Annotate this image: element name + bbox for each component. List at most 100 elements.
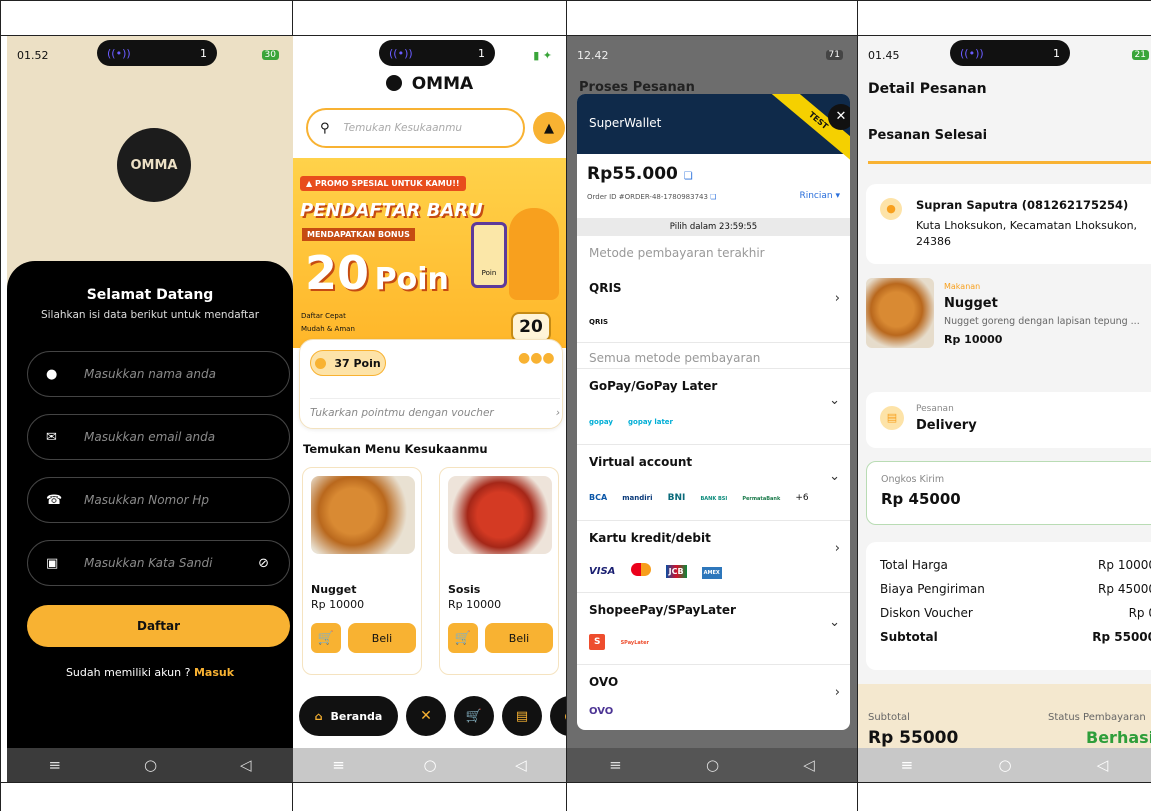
- payment-modal: SuperWallet TEST ✕ Rp55.000 ❏ Order ID #…: [577, 94, 850, 730]
- summary-row: Biaya Pengiriman Rp 45000: [880, 582, 1151, 596]
- menu-icon[interactable]: ≡: [901, 756, 914, 774]
- email-placeholder: Masukkan email anda: [84, 430, 216, 444]
- camera-pill: ((•)) 1: [379, 40, 495, 66]
- behind-title: Proses Pesanan: [579, 80, 695, 95]
- method-virtual-account[interactable]: Virtual account BCA mandiri BNI BANK BSI…: [577, 444, 850, 520]
- caret-down-icon: ▾: [835, 191, 840, 201]
- battery-level: 30: [261, 50, 279, 60]
- status-time: 01.52: [17, 48, 49, 62]
- back-icon[interactable]: ◁: [803, 756, 815, 774]
- home-circle-icon[interactable]: ○: [706, 756, 719, 774]
- method-gopay[interactable]: GoPay/GoPay Later gopay gopay later ⌄: [577, 368, 850, 438]
- search-placeholder: Temukan Kesukaanmu: [343, 122, 463, 134]
- buy-button[interactable]: Beli: [348, 623, 416, 653]
- chevron-right-icon: ›: [834, 541, 840, 556]
- permata-logo: PermataBank: [742, 496, 781, 502]
- back-icon[interactable]: ◁: [1097, 756, 1109, 774]
- promo-banner[interactable]: ▲ PROMO SPESIAL UNTUK KAMU!! PENDAFTAR B…: [293, 158, 566, 348]
- sosis-image: [448, 476, 552, 554]
- welcome-subtitle: Silahkan isi data berikut untuk mendafta…: [40, 309, 260, 321]
- gopay-later-logo: gopay later: [628, 418, 674, 426]
- nav-orders[interactable]: ▤: [502, 696, 542, 736]
- order-label: Pesanan: [916, 404, 954, 414]
- email-field[interactable]: ✉ Masukkan email anda: [27, 414, 290, 460]
- chevron-right-icon: ›: [834, 685, 840, 700]
- status-time: 12.42: [577, 48, 609, 62]
- mastercard-logo: [630, 563, 651, 576]
- method-card[interactable]: Kartu kredit/debit VISA JCB AMEX ›: [577, 520, 850, 592]
- omma-logo: OMMA: [117, 128, 191, 202]
- details-link[interactable]: Rincian ▾: [799, 191, 840, 201]
- method-shopeepay[interactable]: ShopeePay/SPayLater S SPayLater ⌄: [577, 592, 850, 664]
- menu-icon[interactable]: ≡: [332, 756, 345, 774]
- close-icon: ✕: [835, 109, 847, 124]
- brand-header: OMMA: [293, 74, 566, 94]
- nav-cart[interactable]: 🛒: [454, 696, 494, 736]
- menu-card-nugget[interactable]: Nugget Rp 10000 🛒 Beli: [302, 467, 422, 675]
- register-button[interactable]: Daftar: [27, 605, 290, 647]
- menu-icon[interactable]: ≡: [609, 756, 622, 774]
- pill-number: 1: [478, 46, 485, 60]
- order-status: Pesanan Selesai: [868, 128, 988, 143]
- login-prompt-row: Sudah memiliki akun ? Masuk: [7, 666, 293, 679]
- close-button[interactable]: ✕: [828, 104, 850, 130]
- nav-home[interactable]: ⌂ Beranda: [299, 696, 398, 736]
- add-to-cart-button[interactable]: 🛒: [311, 623, 341, 653]
- item-category: Makanan: [944, 282, 981, 291]
- eye-off-icon[interactable]: ⊘: [258, 556, 269, 571]
- method-ovo[interactable]: OVO OVO ›: [577, 664, 850, 730]
- page-title: Detail Pesanan: [868, 81, 987, 97]
- name-placeholder: Masukkan nama anda: [84, 367, 216, 381]
- promo-coin-badge: 20: [511, 312, 551, 342]
- search-bar[interactable]: ⚲ Temukan Kesukaanmu: [306, 108, 525, 148]
- payment-screen: 12.42 71 Proses Pesanan SuperWallet TEST…: [567, 36, 857, 782]
- buy-button[interactable]: Beli: [485, 623, 553, 653]
- menu-icon[interactable]: ≡: [48, 756, 61, 774]
- address-card: ● Supran Saputra (081262175254) Kuta Lho…: [866, 184, 1151, 264]
- add-to-cart-button[interactable]: 🛒: [448, 623, 478, 653]
- method-qris[interactable]: QRIS QRIS ›: [577, 271, 850, 331]
- footer-subtotal-value: Rp 55000: [868, 728, 959, 748]
- promo-mascot: [509, 208, 559, 300]
- status-bar: 12.42 71: [567, 36, 857, 74]
- chevron-right-icon: ›: [555, 407, 560, 419]
- status-time: 01.45: [868, 48, 900, 62]
- menu-card-sosis[interactable]: Sosis Rp 10000 🛒 Beli: [439, 467, 559, 675]
- hotspot-icon: ((•)): [389, 46, 413, 60]
- register-screen: 01.52 ((•)) 1 30 OMMA Selamat Datang Sil…: [7, 36, 293, 782]
- name-field[interactable]: ● Masukkan nama anda: [27, 351, 290, 397]
- person-icon: ●: [46, 366, 58, 382]
- battery-level: 21: [1131, 50, 1149, 60]
- nav-profile[interactable]: ●: [550, 696, 566, 736]
- home-circle-icon[interactable]: ○: [998, 756, 1011, 774]
- gopay-logo: gopay: [589, 418, 613, 426]
- back-icon[interactable]: ◁: [515, 756, 527, 774]
- promo-sub: MENDAPATKAN BONUS: [302, 228, 415, 241]
- phone-field[interactable]: ☎ Masukkan Nomor Hp: [27, 477, 290, 523]
- envelope-icon: ✉: [46, 429, 57, 445]
- home-circle-icon[interactable]: ○: [423, 756, 436, 774]
- login-link[interactable]: Masuk: [194, 666, 234, 679]
- item-desc: Nugget goreng dengan lapisan tepung ...: [944, 316, 1140, 327]
- nugget-image: [311, 476, 415, 554]
- lock-icon: ▣: [46, 555, 59, 571]
- copy-icon[interactable]: ❏: [710, 193, 716, 201]
- order-type-card: ▤ Pesanan Delivery: [866, 392, 1151, 448]
- brand-name: OMMA: [411, 74, 474, 94]
- customer-name: Supran Saputra (081262175254): [916, 198, 1129, 212]
- more-banks: +6: [795, 493, 809, 503]
- password-field[interactable]: ▣ Masukkan Kata Sandi ⊘: [27, 540, 290, 586]
- back-icon[interactable]: ◁: [240, 756, 252, 774]
- nav-menu[interactable]: ✕: [406, 696, 446, 736]
- register-label: Daftar: [136, 619, 181, 633]
- pill-number: 1: [1053, 46, 1060, 60]
- notification-button[interactable]: ▲: [533, 112, 565, 144]
- voucher-link[interactable]: Tukarkan pointmu dengan voucher ›: [310, 398, 560, 419]
- cart-icon: 🛒: [454, 630, 472, 646]
- jcb-logo: JCB: [665, 565, 687, 578]
- copy-icon[interactable]: ❏: [684, 171, 693, 182]
- home-circle-icon[interactable]: ○: [144, 756, 157, 774]
- mandiri-logo: mandiri: [622, 494, 653, 502]
- order-type: Delivery: [916, 418, 977, 433]
- chevron-down-icon: ⌄: [829, 615, 840, 630]
